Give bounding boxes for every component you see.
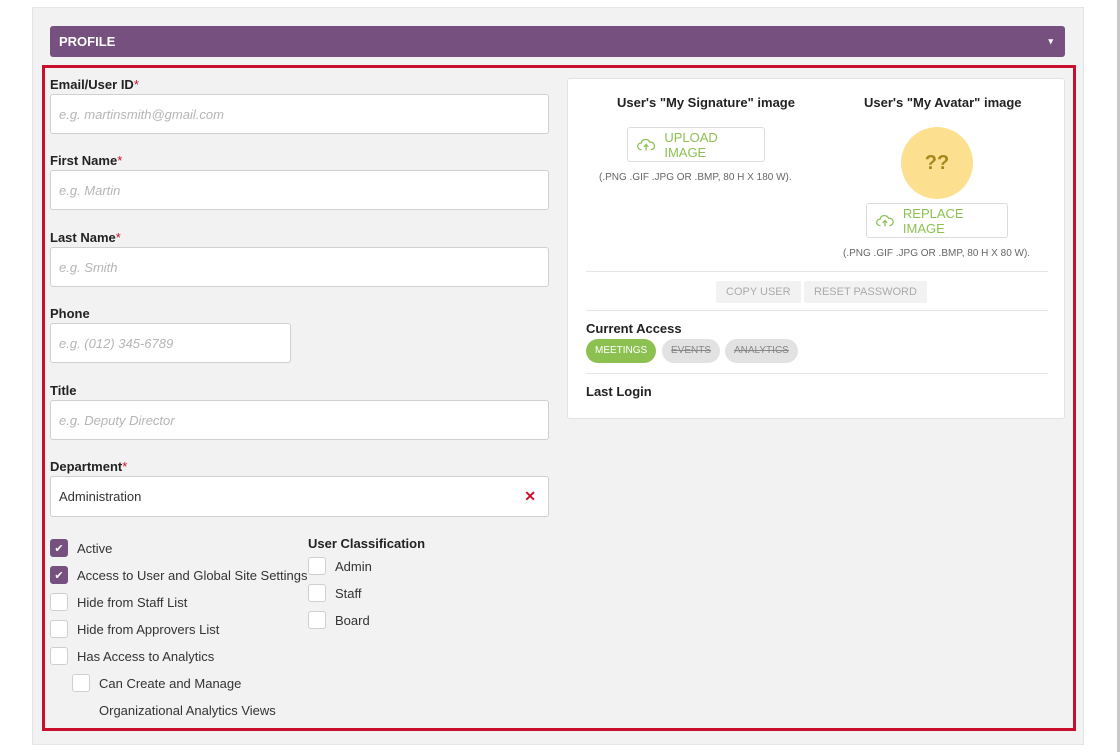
department-select[interactable]: Administration ✕	[50, 476, 549, 517]
checkbox-label: Board	[335, 612, 370, 628]
hide-staff-checkbox-row[interactable]: Hide from Staff List	[50, 593, 187, 611]
checkbox[interactable]	[50, 647, 68, 665]
classification-admin-row[interactable]: Admin	[308, 557, 372, 575]
signature-hint: (.PNG .GIF .JPG OR .BMP, 80 H X 180 W).	[599, 172, 792, 183]
checkbox-label: Active	[77, 540, 113, 556]
phone-label: Phone	[50, 306, 90, 321]
checkbox[interactable]	[308, 611, 326, 629]
classification-board-row[interactable]: Board	[308, 611, 370, 629]
user-images-panel: User's "My Signature" image UPLOAD IMAGE…	[567, 78, 1065, 419]
manage-analytics-checkbox-row[interactable]: Can Create and Manage	[72, 674, 241, 692]
checkbox-label: Hide from Approvers List	[77, 621, 220, 637]
site-settings-checkbox-row[interactable]: ✔ Access to User and Global Site Setting…	[50, 566, 308, 584]
checkbox[interactable]	[308, 557, 326, 575]
user-classification-title: User Classification	[308, 536, 426, 551]
check-icon[interactable]: ✔	[50, 566, 68, 584]
title-field[interactable]	[50, 400, 549, 440]
analytics-access-checkbox-row[interactable]: Has Access to Analytics	[50, 647, 214, 665]
caret-down-icon[interactable]: ▾	[1048, 26, 1053, 57]
profile-title: PROFILE	[59, 34, 116, 49]
hide-approvers-checkbox-row[interactable]: Hide from Approvers List	[50, 620, 219, 638]
access-tag-analytics[interactable]: ANALYTICS	[725, 339, 798, 363]
avatar-title: User's "My Avatar" image	[864, 95, 1022, 110]
checkbox[interactable]	[50, 593, 68, 611]
copy-user-button[interactable]: COPY USER	[716, 281, 801, 303]
checkbox-label: Staff	[335, 585, 362, 601]
replace-image-button[interactable]: REPLACE IMAGE	[866, 203, 1008, 238]
checkbox-label: Admin	[335, 558, 372, 574]
reset-password-button[interactable]: RESET PASSWORD	[804, 281, 927, 303]
checkbox-label: Hide from Staff List	[77, 594, 188, 610]
title-label: Title	[50, 383, 77, 398]
current-access-title: Current Access	[586, 321, 682, 336]
avatar[interactable]: ??	[901, 127, 973, 199]
active-checkbox-row[interactable]: ✔ Active	[50, 539, 112, 557]
checkbox-label-continuation: Organizational Analytics Views	[99, 703, 276, 718]
department-label: Department*	[50, 459, 128, 474]
first-name-field[interactable]	[50, 170, 549, 210]
checkbox[interactable]	[308, 584, 326, 602]
checkbox-label: Can Create and Manage	[99, 675, 242, 691]
email-field[interactable]	[50, 94, 549, 134]
first-name-label: First Name*	[50, 153, 123, 168]
email-label: Email/User ID*	[50, 77, 139, 92]
signature-title: User's "My Signature" image	[617, 95, 795, 110]
department-value: Administration	[59, 489, 142, 504]
check-icon[interactable]: ✔	[50, 539, 68, 557]
divider	[586, 373, 1048, 374]
close-icon[interactable]: ✕	[524, 477, 536, 516]
cloud-upload-icon	[876, 214, 894, 226]
checkbox[interactable]	[50, 620, 68, 638]
classification-staff-row[interactable]: Staff	[308, 584, 362, 602]
last-name-label: Last Name*	[50, 230, 121, 245]
profile-section-header[interactable]: PROFILE ▾	[50, 26, 1065, 57]
replace-image-label: REPLACE IMAGE	[902, 205, 964, 236]
access-tag-events[interactable]: EVENTS	[662, 339, 721, 363]
upload-image-button[interactable]: UPLOAD IMAGE	[627, 127, 765, 162]
checkbox-label: Access to User and Global Site Settings	[77, 567, 308, 583]
divider	[586, 271, 1048, 272]
divider	[586, 310, 1048, 311]
last-name-field[interactable]	[50, 247, 549, 287]
last-login-title: Last Login	[586, 384, 652, 399]
checkbox-label: Has Access to Analytics	[77, 648, 215, 664]
upload-image-label: UPLOAD IMAGE	[664, 129, 718, 160]
avatar-hint: (.PNG .GIF .JPG OR .BMP, 80 H X 80 W).	[843, 248, 1031, 259]
checkbox[interactable]	[72, 674, 90, 692]
phone-field[interactable]	[50, 323, 291, 363]
access-tag-meetings[interactable]: MEETINGS	[586, 339, 657, 363]
cloud-upload-icon	[637, 138, 656, 150]
